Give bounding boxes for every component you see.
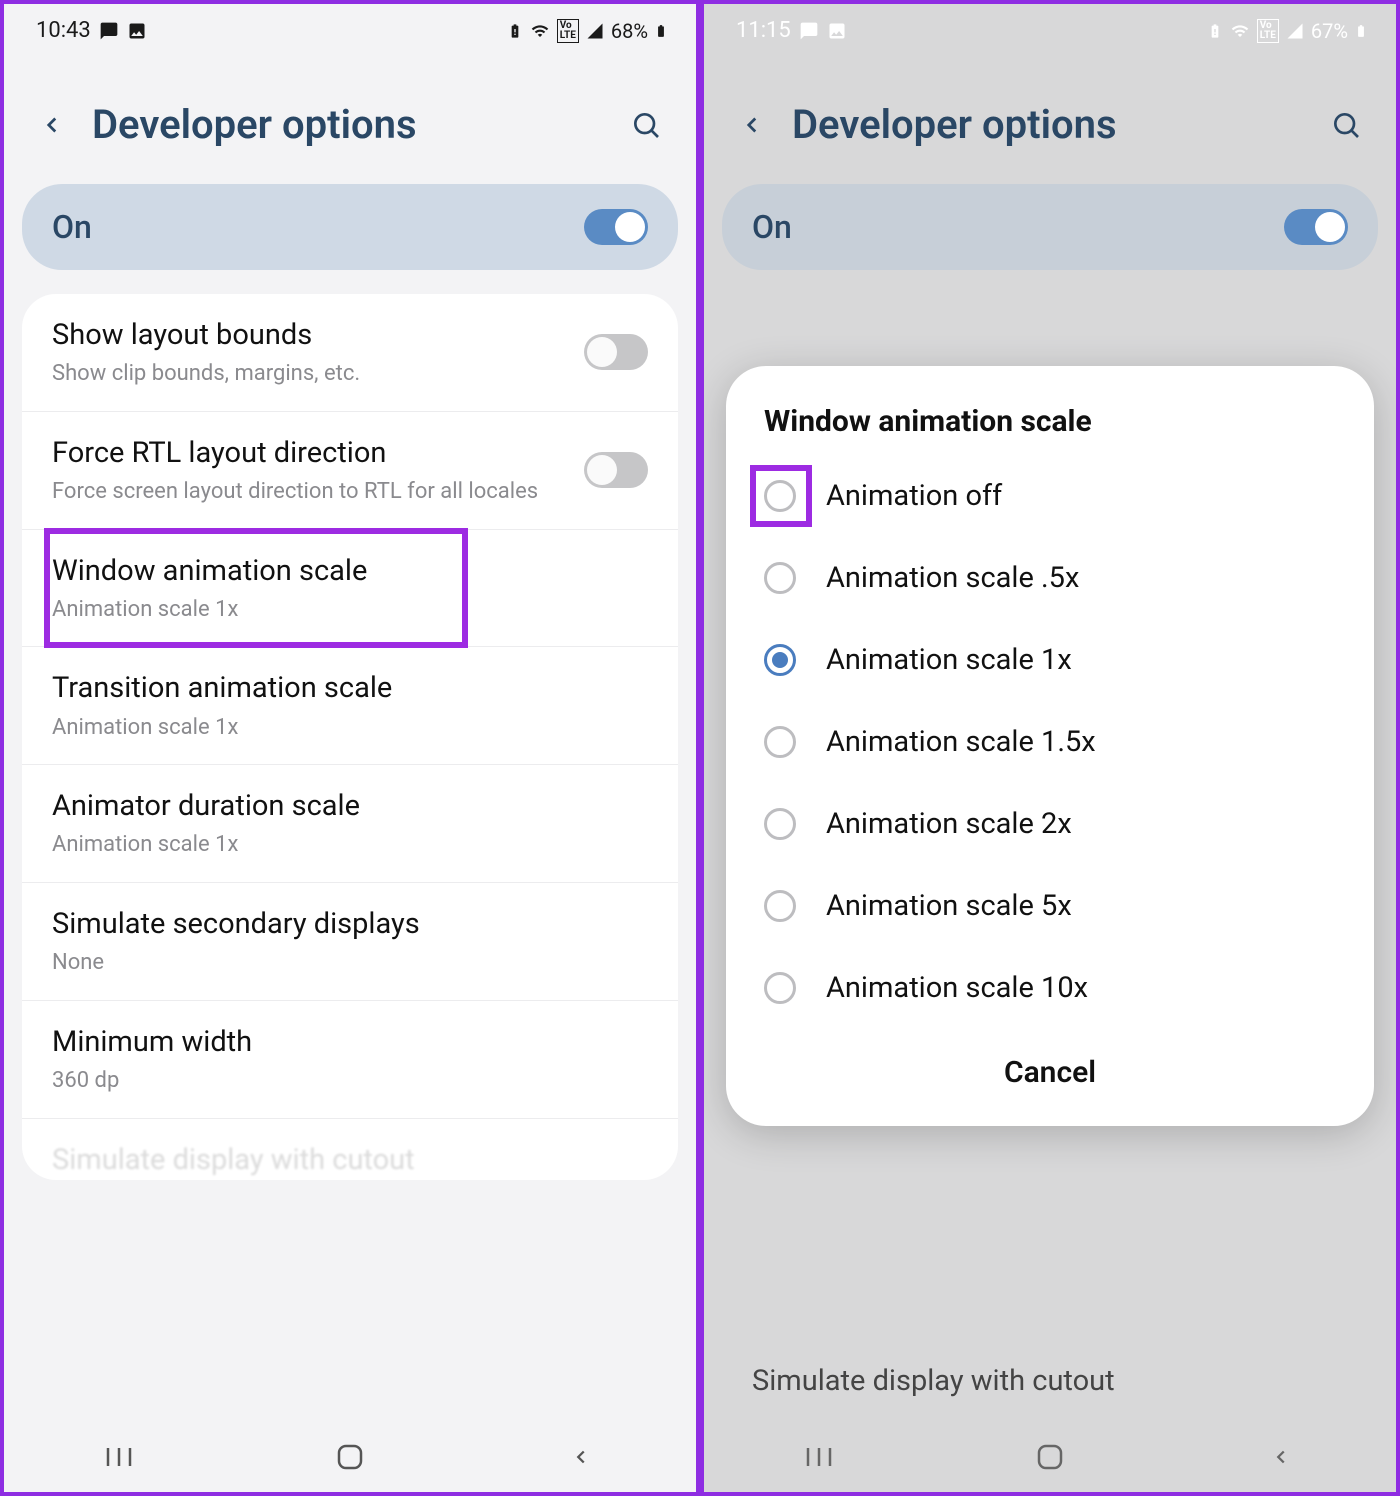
row-title: Animator duration scale xyxy=(52,787,648,826)
image-icon xyxy=(827,21,847,41)
option-animation-05x[interactable]: Animation scale .5x xyxy=(726,537,1374,619)
master-toggle[interactable] xyxy=(1284,209,1348,245)
row-minimum-width[interactable]: Minimum width 360 dp xyxy=(22,1001,678,1119)
nav-bar xyxy=(4,1422,696,1492)
row-sub: None xyxy=(52,948,648,978)
radio-icon xyxy=(764,890,796,922)
row-sub: Force screen layout direction to RTL for… xyxy=(52,477,584,507)
battery-percent: 67% xyxy=(1311,19,1348,43)
option-animation-15x[interactable]: Animation scale 1.5x xyxy=(726,701,1374,783)
row-title: Window animation scale xyxy=(52,552,648,591)
master-toggle-label: On xyxy=(752,208,792,246)
nav-back[interactable] xyxy=(516,1432,646,1482)
back-button[interactable] xyxy=(32,105,72,145)
master-toggle-row[interactable]: On xyxy=(22,184,678,270)
nav-back[interactable] xyxy=(1216,1432,1346,1482)
radio-icon xyxy=(764,562,796,594)
option-label: Animation scale 10x xyxy=(826,971,1088,1005)
battery-icon xyxy=(654,20,668,42)
option-label: Animation scale 2x xyxy=(826,807,1072,841)
status-time: 11:15 xyxy=(736,18,791,43)
search-button[interactable] xyxy=(624,103,668,147)
battery-saver-icon xyxy=(1207,21,1223,41)
battery-percent: 68% xyxy=(611,19,648,43)
status-time: 10:43 xyxy=(36,18,91,43)
dialog-title: Window animation scale xyxy=(726,404,1374,455)
master-toggle-row[interactable]: On xyxy=(722,184,1378,270)
option-animation-10x[interactable]: Animation scale 10x xyxy=(726,947,1374,1029)
row-sub: Animation scale 1x xyxy=(52,830,648,860)
option-animation-2x[interactable]: Animation scale 2x xyxy=(726,783,1374,865)
wifi-icon xyxy=(529,22,551,40)
row-simulate-secondary-displays[interactable]: Simulate secondary displays None xyxy=(22,883,678,1001)
nav-recents[interactable] xyxy=(54,1432,184,1482)
page-header: Developer options xyxy=(704,51,1396,184)
nav-bar xyxy=(704,1422,1396,1492)
nav-home[interactable] xyxy=(985,1432,1115,1482)
toggle-show-layout-bounds[interactable] xyxy=(584,334,648,370)
phone-screen-left: 10:43 VoLTE 68% xyxy=(0,0,700,1496)
status-bar: 10:43 VoLTE 68% xyxy=(4,4,696,51)
row-sub: 360 dp xyxy=(52,1066,648,1096)
toggle-force-rtl[interactable] xyxy=(584,452,648,488)
row-title: Force RTL layout direction xyxy=(52,434,584,473)
signal-icon xyxy=(585,22,605,40)
signal-icon xyxy=(1285,22,1305,40)
master-toggle[interactable] xyxy=(584,209,648,245)
chat-icon xyxy=(99,21,119,41)
row-title: Show layout bounds xyxy=(52,316,584,355)
page-header: Developer options xyxy=(4,51,696,184)
row-title: Transition animation scale xyxy=(52,669,648,708)
row-animator-duration-scale[interactable]: Animator duration scale Animation scale … xyxy=(22,765,678,883)
option-animation-5x[interactable]: Animation scale 5x xyxy=(726,865,1374,947)
row-sub: Show clip bounds, margins, etc. xyxy=(52,359,584,389)
page-title: Developer options xyxy=(92,101,604,148)
option-label: Animation scale 1.5x xyxy=(826,725,1096,759)
image-icon xyxy=(127,21,147,41)
volte-icon: VoLTE xyxy=(557,19,579,43)
battery-saver-icon xyxy=(507,21,523,41)
page-title: Developer options xyxy=(792,101,1304,148)
row-transition-animation-scale[interactable]: Transition animation scale Animation sca… xyxy=(22,647,678,765)
volte-icon: VoLTE xyxy=(1257,19,1279,43)
row-force-rtl[interactable]: Force RTL layout direction Force screen … xyxy=(22,412,678,530)
row-title: Simulate display with cutout xyxy=(52,1141,648,1180)
nav-recents[interactable] xyxy=(754,1432,884,1482)
option-label: Animation scale 5x xyxy=(826,889,1072,923)
radio-icon xyxy=(764,808,796,840)
option-label: Animation off xyxy=(826,479,1002,513)
status-bar: 11:15 VoLTE 67% xyxy=(704,4,1396,51)
radio-icon xyxy=(764,726,796,758)
radio-icon xyxy=(764,480,796,512)
chat-icon xyxy=(799,21,819,41)
option-label: Animation scale 1x xyxy=(826,643,1072,677)
row-title: Minimum width xyxy=(52,1023,648,1062)
option-animation-off[interactable]: Animation off xyxy=(726,455,1374,537)
row-window-animation-scale[interactable]: Window animation scale Animation scale 1… xyxy=(22,530,678,648)
row-show-layout-bounds[interactable]: Show layout bounds Show clip bounds, mar… xyxy=(22,294,678,412)
battery-icon xyxy=(1354,20,1368,42)
cancel-button[interactable]: Cancel xyxy=(726,1029,1374,1102)
row-title: Simulate secondary displays xyxy=(52,905,648,944)
settings-card: Show layout bounds Show clip bounds, mar… xyxy=(22,294,678,1180)
dialog-window-animation-scale: Window animation scale Animation off Ani… xyxy=(726,366,1374,1126)
row-cutoff[interactable]: Simulate display with cutout xyxy=(22,1119,678,1180)
search-button[interactable] xyxy=(1324,103,1368,147)
wifi-icon xyxy=(1229,22,1251,40)
phone-screen-right: 11:15 VoLTE 67% xyxy=(700,0,1400,1496)
row-sub: Animation scale 1x xyxy=(52,595,648,625)
back-button[interactable] xyxy=(732,105,772,145)
radio-icon xyxy=(764,644,796,676)
nav-home[interactable] xyxy=(285,1432,415,1482)
option-label: Animation scale .5x xyxy=(826,561,1079,595)
master-toggle-label: On xyxy=(52,208,92,246)
bg-row-cutout[interactable]: Simulate display with cutout xyxy=(704,1346,1396,1416)
option-animation-1x[interactable]: Animation scale 1x xyxy=(726,619,1374,701)
radio-icon xyxy=(764,972,796,1004)
row-sub: Animation scale 1x xyxy=(52,713,648,743)
